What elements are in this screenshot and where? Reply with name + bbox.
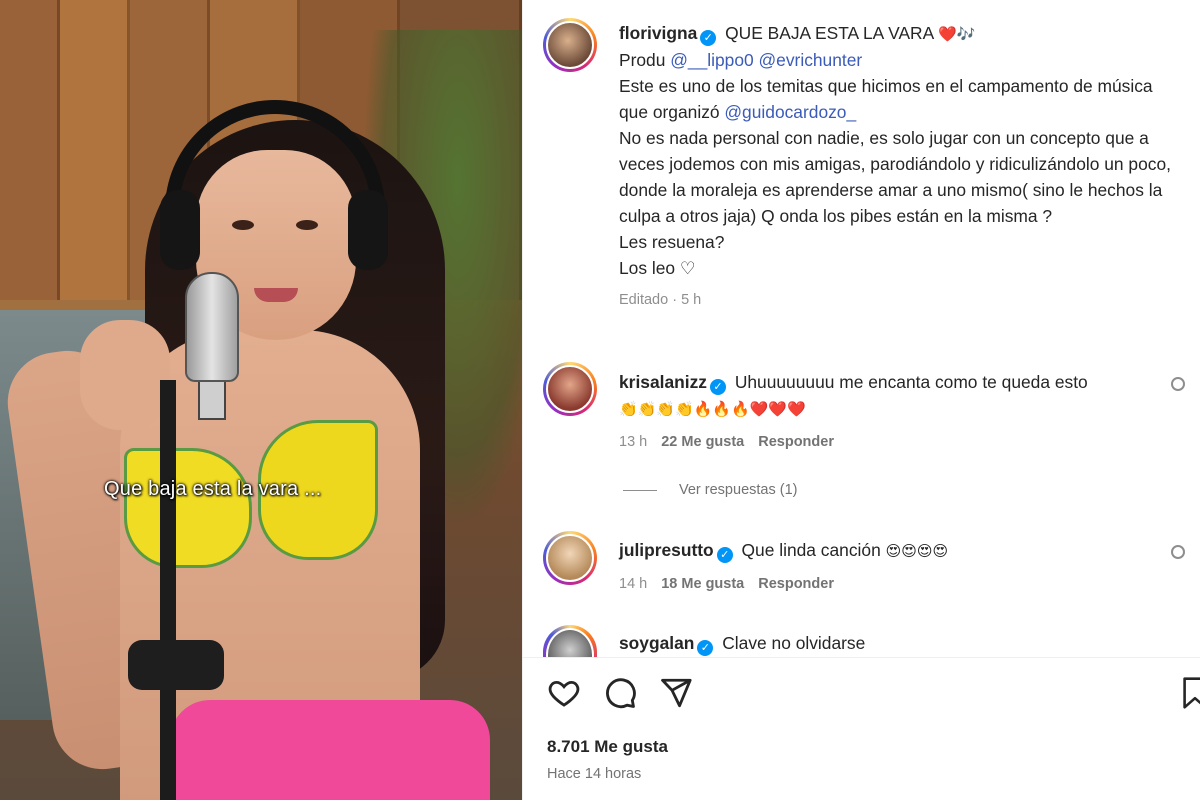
share-icon[interactable]	[659, 676, 693, 710]
comment-like-icon[interactable]	[1171, 377, 1185, 391]
comment-age: 14 h	[619, 576, 648, 592]
comment-icon[interactable]	[603, 676, 637, 710]
eye	[296, 220, 318, 230]
comment-avatar[interactable]	[543, 531, 597, 585]
actions-divider	[523, 657, 1200, 658]
mic-clamp	[128, 640, 224, 690]
mouth	[254, 288, 298, 302]
comment-text: Que linda canción	[741, 540, 881, 560]
verified-icon: ✓	[716, 547, 733, 563]
comment-username[interactable]: krisalanizz	[619, 372, 707, 392]
eye	[232, 220, 254, 230]
wall-plank	[60, 0, 130, 300]
pink-shorts	[170, 700, 490, 800]
post-title-emojis: ❤️🎶	[938, 25, 976, 43]
headphone-earcup	[160, 190, 200, 270]
comment-username[interactable]: julipresutto	[619, 540, 714, 560]
mic-neck	[198, 380, 226, 420]
post-title: QUE BAJA ESTA LA VARA	[725, 23, 934, 43]
heart-icon[interactable]	[547, 676, 581, 710]
verified-icon: ✓	[709, 379, 726, 395]
comment-text: Uhuuuuuuuu me encanta como te queda esto	[734, 372, 1088, 392]
post-body-line3: Les resuena?	[619, 232, 725, 252]
bikini-top-left	[124, 448, 252, 568]
reply-button[interactable]: Responder	[758, 576, 834, 592]
mention-evrichunter[interactable]: @evrichunter	[759, 50, 863, 70]
author-username[interactable]: florivigna	[619, 23, 697, 43]
comment-item: krisalanizz ✓ Uhuuuuuuuu me encanta como …	[619, 369, 1185, 422]
comment-meta: 14 h 18 Me gusta Responder	[619, 576, 848, 592]
verified-icon: ✓	[697, 640, 714, 656]
comment-item: soygalan ✓ Clave no olvidarse	[619, 630, 1179, 656]
comment-likes[interactable]: 18 Me gusta	[661, 576, 744, 592]
microphone	[185, 272, 239, 382]
reply-button[interactable]: Responder	[758, 434, 834, 450]
author-avatar[interactable]	[543, 18, 597, 72]
bookmark-icon[interactable]	[1182, 676, 1200, 710]
post-caption: florivigna ✓ QUE BAJA ESTA LA VARA ❤️🎶 Pr…	[619, 20, 1179, 313]
comment-emojis: 😍😍😍😍	[885, 542, 949, 560]
comment-avatar[interactable]	[543, 362, 597, 416]
comment-likes[interactable]: 22 Me gusta	[661, 434, 744, 450]
comment-avatar[interactable]	[543, 625, 597, 657]
edited-meta: Editado · 5 h	[619, 292, 702, 308]
video-caption: Que baja esta la vara ...	[104, 478, 322, 500]
mention-lippo[interactable]: @__lippo0	[670, 50, 753, 70]
produ-label: Produ	[619, 50, 666, 70]
post-body-line4: Los leo ♡	[619, 258, 696, 278]
headphone-earcup	[348, 190, 388, 270]
view-replies-label: Ver respuestas (1)	[679, 482, 798, 498]
mention-guidocardozo[interactable]: @guidocardozo_	[724, 102, 856, 122]
post-body-line1: Este es uno de los temitas que hicimos e…	[619, 76, 1153, 122]
post-timestamp: Hace 14 horas	[547, 766, 642, 782]
comment-meta: 13 h 22 Me gusta Responder	[619, 434, 848, 450]
likes-count[interactable]: 8.701 Me gusta	[547, 737, 668, 757]
post-video[interactable]: Que baja esta la vara ...	[0, 0, 522, 800]
post-panel: florivigna ✓ QUE BAJA ESTA LA VARA ❤️🎶 Pr…	[522, 0, 1200, 800]
comment-item: julipresutto ✓ Que linda canción 😍😍😍😍	[619, 537, 1185, 564]
comment-emojis: 👏👏👏👏🔥🔥🔥❤️❤️❤️	[619, 400, 806, 418]
comment-age: 13 h	[619, 434, 648, 450]
replies-line	[623, 489, 657, 491]
mic-stand	[160, 380, 176, 800]
comment-username[interactable]: soygalan	[619, 633, 694, 653]
wall-plank	[0, 0, 60, 300]
comment-text: Clave no olvidarse	[722, 633, 866, 653]
comment-like-icon[interactable]	[1171, 545, 1185, 559]
post-body-line2: No es nada personal con nadie, es solo j…	[619, 128, 1171, 226]
singer-hand	[80, 320, 170, 430]
verified-icon: ✓	[700, 30, 717, 46]
view-replies-button[interactable]: Ver respuestas (1)	[623, 482, 797, 498]
